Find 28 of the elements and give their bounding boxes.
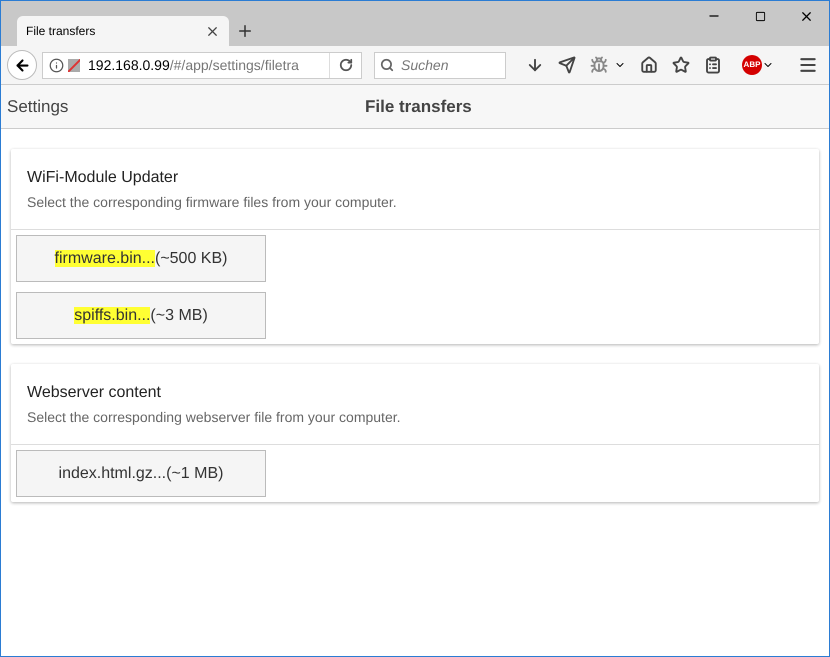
search-field[interactable]: Suchen bbox=[374, 52, 506, 78]
clipboard-icon[interactable] bbox=[704, 56, 722, 74]
url-text: 192.168.0.99/#/app/settings/filetra bbox=[88, 56, 299, 75]
info-icon[interactable] bbox=[49, 58, 64, 72]
bug-icon[interactable] bbox=[590, 56, 608, 74]
insecure-icon bbox=[68, 58, 80, 72]
home-icon[interactable] bbox=[640, 56, 658, 74]
card-subtitle: Select the corresponding webserver file from your computer. bbox=[27, 408, 402, 427]
star-icon[interactable] bbox=[672, 56, 690, 74]
maximize-icon[interactable] bbox=[754, 10, 766, 22]
paper-plane-icon[interactable] bbox=[558, 56, 576, 74]
card-title: WiFi-Module Updater bbox=[27, 168, 180, 188]
reload-icon[interactable] bbox=[338, 58, 352, 72]
menu-icon[interactable] bbox=[798, 55, 818, 75]
card-title: Webserver content bbox=[27, 383, 162, 403]
page-title: File transfers bbox=[365, 96, 472, 118]
file-button[interactable]: index.html.gz...(~1 MB) bbox=[16, 450, 266, 497]
back-button[interactable] bbox=[7, 50, 37, 80]
download-icon[interactable] bbox=[526, 56, 544, 74]
browser-tab[interactable]: File transfers bbox=[17, 16, 229, 46]
adblock-icon[interactable]: ABP bbox=[742, 55, 762, 75]
search-icon bbox=[380, 58, 394, 72]
file-button[interactable]: spiffs.bin...(~3 MB) bbox=[16, 292, 266, 339]
settings-link[interactable]: Settings bbox=[7, 94, 68, 120]
back-arrow-icon bbox=[14, 56, 30, 74]
address-bar[interactable]: 192.168.0.99/#/app/settings/filetra bbox=[42, 52, 362, 78]
new-tab-icon[interactable] bbox=[236, 22, 254, 40]
card-subtitle: Select the corresponding firmware files from your computer. bbox=[27, 193, 398, 212]
